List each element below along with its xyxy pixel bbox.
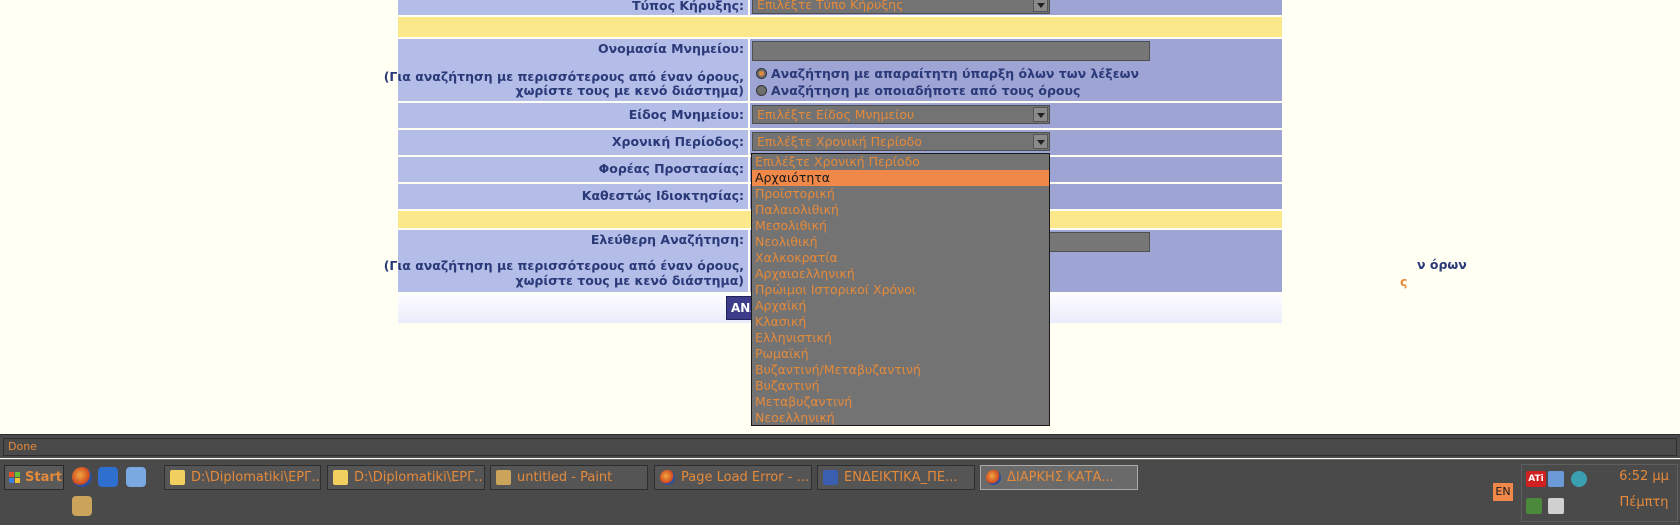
radio-selected-icon[interactable] [756, 68, 767, 79]
protection-label: Φορέας Προστασίας: [598, 161, 744, 176]
dropdown-option[interactable]: Νεολιθική [752, 234, 1049, 250]
taskbar-item-word[interactable]: ΕΝΔΕΙΚΤΙΚΑ_ΠΕ... [817, 465, 975, 490]
start-label: Start [25, 470, 62, 485]
monument-type-value: Επιλέξτε Είδος Μνημείου [757, 107, 915, 122]
period-value: Επιλέξτε Χρονική Περίοδο [757, 134, 922, 149]
search-button[interactable]: ΑΝΑ [726, 296, 754, 320]
radio-any-words[interactable]: Αναζήτηση με οποιαδήποτε από τους όρους [756, 83, 1080, 99]
radio-unselected-icon[interactable] [756, 85, 767, 96]
task-label: D:\Diplomatiki\ΕΡΓ... [191, 470, 321, 485]
paint-quicklaunch-icon[interactable] [72, 496, 92, 516]
taskbar-item-folder-1[interactable]: D:\Diplomatiki\ΕΡΓ... [164, 465, 321, 490]
dropdown-option[interactable]: Αρχαϊκή [752, 298, 1049, 314]
monument-name-field-cell: Αναζήτηση με απαραίτητη ύπαρξη όλων των … [750, 39, 1282, 101]
section-separator [398, 17, 1282, 37]
taskbar-item-paint[interactable]: untitled - Paint [490, 465, 648, 490]
word-document-icon [823, 470, 838, 485]
start-button[interactable]: Start [4, 465, 64, 490]
dropdown-option[interactable]: Πρώιμοι Ιστορικοί Χρόνοι [752, 282, 1049, 298]
dropdown-option[interactable]: Προϊστορική [752, 186, 1049, 202]
usb-tray-icon[interactable] [1526, 498, 1542, 514]
taskbar-item-folder-2[interactable]: D:\Diplomatiki\ΕΡΓ... [327, 465, 485, 490]
monument-type-label-cell: Είδος Μνημείου: [398, 103, 748, 128]
internet-explorer-quicklaunch-icon[interactable] [98, 467, 118, 487]
windows-logo-icon [9, 472, 21, 484]
free-search-label: Ελεύθερη Αναζήτηση: [590, 232, 744, 247]
radio-all-words[interactable]: Αναζήτηση με απαραίτητη ύπαρξη όλων των … [756, 66, 1139, 82]
free-search-hint-1: (Για αναζήτηση με περισσότερους από έναν… [383, 258, 744, 273]
taskbar-item-firefox-active[interactable]: ΔΙΑΡΚΗΣ ΚΑΤΑ... [980, 465, 1138, 490]
task-label: Page Load Error - ... [681, 470, 809, 485]
system-tray: ATi 6:52 μμ Πέμπτη [1521, 464, 1678, 522]
radio-any-label: Αναζήτηση με οποιαδήποτε από τους όρους [771, 83, 1081, 98]
free-search-radio-tail-1-text: ν όρων [1417, 257, 1467, 272]
task-label: ΕΝΔΕΙΚΤΙΚΑ_ΠΕ... [844, 470, 958, 485]
dropdown-option[interactable]: Κλασική [752, 314, 1049, 330]
free-search-radio-tail-2-text: ς [1400, 274, 1408, 289]
ownership-label-cell: Καθεστώς Ιδιοκτησίας: [398, 184, 748, 209]
language-indicator[interactable]: EN [1493, 483, 1513, 501]
dropdown-option[interactable]: Παλαιολιθική [752, 202, 1049, 218]
monument-type-field-cell: Επιλέξτε Είδος Μνημείου [750, 103, 1282, 128]
firefox-icon [986, 470, 1001, 485]
firefox-quicklaunch-icon[interactable] [72, 467, 92, 487]
ownership-label: Καθεστώς Ιδιοκτησίας: [581, 188, 744, 203]
radio-all-label: Αναζήτηση με απαραίτητη ύπαρξη όλων των … [771, 66, 1140, 81]
monument-name-hint-2: χωρίστε τους με κενό διάστημα) [515, 83, 745, 98]
ati-tray-icon[interactable]: ATi [1526, 471, 1546, 487]
chevron-down-icon[interactable] [1033, 134, 1048, 149]
show-desktop-icon[interactable] [126, 467, 146, 487]
printer-tray-icon[interactable] [1548, 498, 1564, 514]
browser-statusbar: Done [0, 434, 1680, 458]
period-label: Χρονική Περίοδος: [611, 134, 744, 149]
dropdown-option[interactable]: Βυζαντινή/Μεταβυζαντινή [752, 362, 1049, 378]
task-label: D:\Diplomatiki\ΕΡΓ... [354, 470, 485, 485]
monument-type-select[interactable]: Επιλέξτε Είδος Μνημείου [752, 105, 1050, 124]
monument-name-label: Ονομασία Μνημείου: [598, 41, 744, 56]
announcement-type-field-cell: Επιλέξτε Τύπο Κήρυξης [750, 0, 1282, 15]
dropdown-option[interactable]: Επιλέξτε Χρονική Περίοδο [752, 154, 1049, 170]
period-label-cell: Χρονική Περίοδος: [398, 130, 748, 155]
taskbar-item-firefox-error[interactable]: Page Load Error - ... [654, 465, 812, 490]
announcement-type-label: Τύπος Κήρυξης: [632, 0, 744, 13]
messenger-tray-icon[interactable] [1571, 471, 1587, 487]
taskbar: Start D:\Diplomatiki\ΕΡΓ... D:\Diplomati… [0, 459, 1680, 525]
task-label: untitled - Paint [517, 470, 613, 485]
period-field-cell: Επιλέξτε Χρονική Περίοδο [750, 130, 1282, 155]
free-search-label-cell: Ελεύθερη Αναζήτηση: (Για αναζήτηση με πε… [384, 230, 748, 292]
monument-name-hint-1: (Για αναζήτηση με περισσότερους από έναν… [383, 69, 744, 84]
dropdown-option[interactable]: Μεσολιθική [752, 218, 1049, 234]
dropdown-option[interactable]: Βυζαντινή [752, 378, 1049, 394]
tray-clock[interactable]: 6:52 μμ [1612, 469, 1676, 484]
dropdown-option[interactable]: Αρχαιοελληνική [752, 266, 1049, 282]
task-label: ΔΙΑΡΚΗΣ ΚΑΤΑ... [1007, 470, 1114, 485]
dropdown-option[interactable]: Νεοελληνική [752, 410, 1049, 425]
dropdown-option[interactable]: Ρωμαϊκή [752, 346, 1049, 362]
chevron-down-icon[interactable] [1033, 0, 1048, 12]
firefox-icon [660, 470, 675, 485]
dropdown-option[interactable]: Αρχαιότητα [752, 170, 1049, 186]
tray-day: Πέμπτη [1619, 495, 1669, 510]
protection-label-cell: Φορέας Προστασίας: [398, 157, 748, 182]
monument-name-input[interactable] [752, 41, 1150, 61]
network-tray-icon[interactable] [1548, 471, 1564, 487]
chevron-down-icon[interactable] [1033, 107, 1048, 122]
status-text: Done [3, 438, 1677, 456]
dropdown-option[interactable]: Μεταβυζαντινή [752, 394, 1049, 410]
folder-icon [170, 470, 185, 485]
paint-icon [496, 470, 511, 485]
monument-name-label-cell: Ονομασία Μνημείου: (Για αναζήτηση με περ… [384, 39, 748, 101]
free-search-hint-2: χωρίστε τους με κενό διάστημα) [515, 273, 745, 288]
period-select[interactable]: Επιλέξτε Χρονική Περίοδο [752, 132, 1050, 151]
announcement-type-value: Επιλέξτε Τύπο Κήρυξης [757, 0, 904, 12]
dropdown-option[interactable]: Χαλκοκρατία [752, 250, 1049, 266]
announcement-type-label-cell: Τύπος Κήρυξης: [398, 0, 748, 15]
monument-type-label: Είδος Μνημείου: [628, 107, 744, 122]
dropdown-option[interactable]: Ελληνιστική [752, 330, 1049, 346]
folder-icon [333, 470, 348, 485]
period-dropdown-list[interactable]: Επιλέξτε Χρονική Περίοδο Αρχαιότητα Προϊστ… [751, 153, 1050, 426]
announcement-type-select[interactable]: Επιλέξτε Τύπο Κήρυξης [752, 0, 1050, 14]
